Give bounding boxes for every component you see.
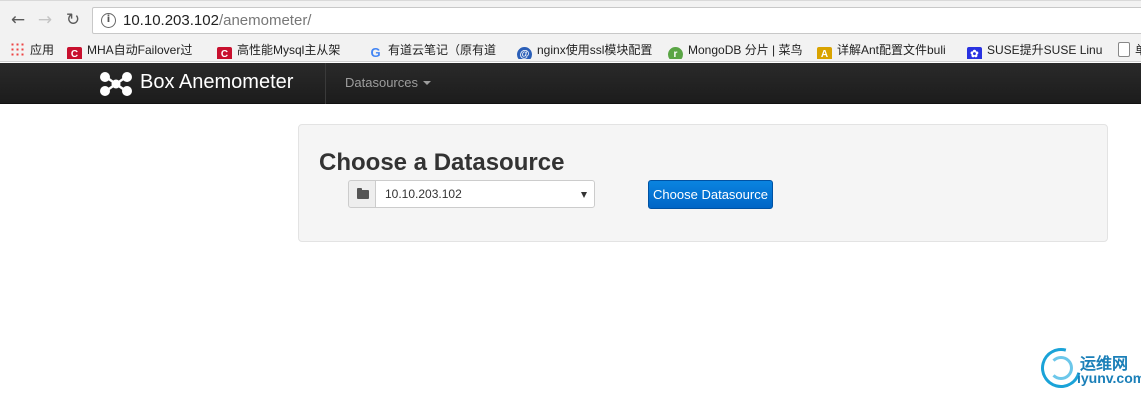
runoob-icon: r [668,47,683,59]
google-icon: G [370,45,381,59]
select-value: 10.10.203.102 [385,187,462,201]
bookmarks-bar: 应用 C MHA自动Failover过 C 高性能Mysql主从架 G 有道云笔记（原… [0,38,1141,62]
address-bar[interactable]: i 10.10.203.102/anemometer/ [92,7,1141,34]
choose-datasource-button[interactable]: Choose Datasource [648,180,773,209]
datasources-label: Datasources [345,75,418,90]
bookmark-mongodb[interactable]: r MongoDB 分片 | 菜鸟 [668,41,803,59]
reload-icon[interactable]: ↻ [63,10,83,30]
datasource-select[interactable]: 10.10.203.102 [375,180,595,208]
arrow-left-icon[interactable]: ← [8,10,28,30]
bookmark-youdao[interactable]: G 有道云笔记（原有道 [368,41,506,59]
arrow-right-icon[interactable]: → [35,10,55,30]
bookmark-mysql[interactable]: C 高性能Mysql主从架 [217,41,357,59]
nav-divider [325,63,326,104]
url-path: /anemometer/ [218,12,312,29]
caret-down-icon [422,81,431,85]
page-title: Choose a Datasource [319,149,565,176]
brand-name: Box Anemometer [140,71,294,93]
anemometer-logo-icon [100,72,132,96]
bookmark-label: SUSE提升SUSE Linu [987,43,1103,57]
datasource-select-group: 10.10.203.102 [348,180,595,208]
bookmark-red-icon: C [217,47,232,59]
bookmark-label: 单 [1135,43,1141,57]
bookmark-page[interactable]: 单 [1118,41,1141,59]
bookmark-mha[interactable]: C MHA自动Failover过 [67,41,209,59]
info-icon[interactable]: i [101,13,116,28]
bookmark-label: MongoDB 分片 | 菜鸟 [688,43,803,57]
bookmark-label: 有道云笔记（原有道 [388,43,497,57]
apps-grid-icon [10,42,25,57]
bookmark-apps[interactable]: 应用 [10,41,60,59]
folder-icon [357,188,369,199]
bookmark-label: 应用 [30,43,55,57]
globe-icon: @ [517,47,532,59]
select-addon [348,180,376,208]
url-text: 10.10.203.102/anemometer/ [123,12,311,29]
watermark: 运维网 iyunv.com [1033,340,1141,395]
bookmark-suse[interactable]: ✿ SUSE提升SUSE Linu [967,41,1105,59]
chevron-down-icon [581,192,587,198]
page-icon [1118,42,1130,57]
app-navbar: Box Anemometer Datasources [0,63,1141,104]
ant-icon: A [817,47,832,59]
watermark-en: iyunv.com [1077,370,1141,386]
datasources-dropdown[interactable]: Datasources [345,75,431,90]
url-host: 10.10.203.102 [123,12,219,29]
bookmark-nginx[interactable]: @ nginx使用ssl模块配置 [517,41,657,59]
bookmark-label: 详解Ant配置文件buli [837,43,946,57]
watermark-logo-inner-icon [1049,356,1073,380]
bookmark-ant[interactable]: A 详解Ant配置文件buli [817,41,957,59]
browser-toolbar: ← → ↻ i 10.10.203.102/anemometer/ [0,0,1141,38]
bookmark-red-icon: C [67,47,82,59]
bookmark-label: 高性能Mysql主从架 [237,43,341,57]
paw-icon: ✿ [967,47,982,59]
bookmark-label: MHA自动Failover过 [87,43,193,57]
datasource-card: Choose a Datasource 10.10.203.102 Choose… [298,124,1108,242]
bookmark-label: nginx使用ssl模块配置 [537,43,653,57]
